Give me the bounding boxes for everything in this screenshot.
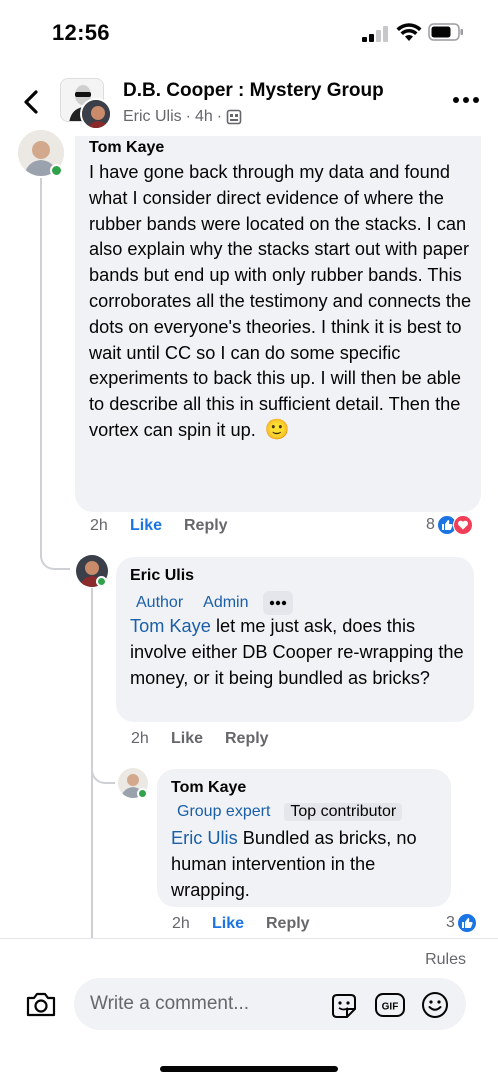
poster-name[interactable]: Eric Ulis — [123, 108, 182, 126]
comment-text: I have gone back through my data and fou… — [89, 160, 473, 444]
more-options-icon[interactable] — [452, 94, 480, 106]
comment-text-content: I have gone back through my data and fou… — [89, 162, 472, 440]
reply-button[interactable]: Reply — [225, 730, 269, 748]
gif-icon[interactable]: GIF — [374, 991, 406, 1019]
group-privacy-icon — [226, 109, 242, 125]
reply-author[interactable]: Eric Ulis — [130, 567, 194, 585]
reply-bubble: Eric Ulis Author Admin Tom Kaye let me j… — [116, 557, 474, 722]
reply-button[interactable]: Reply — [266, 915, 310, 933]
thread-connector-2 — [91, 756, 115, 784]
wifi-icon — [396, 23, 422, 41]
user-photo-icon — [82, 100, 110, 128]
svg-text:GIF: GIF — [382, 1002, 399, 1013]
reply-text: Tom Kaye let me just ask, does this invo… — [130, 614, 466, 691]
reaction-summary[interactable]: 3 — [446, 913, 477, 933]
thread-connector — [40, 540, 70, 570]
status-time: 12:56 — [52, 20, 110, 45]
like-reaction-icon — [456, 913, 477, 933]
reply-bubble: Tom Kaye Group expert Top contributor Er… — [157, 769, 451, 907]
online-status-dot — [50, 164, 63, 177]
reaction-count: 8 — [426, 516, 435, 533]
reaction-summary[interactable]: 8 — [426, 515, 473, 535]
reply-actions: 2h Like Reply — [172, 915, 310, 933]
online-status-dot — [96, 576, 107, 587]
group-avatar-stack[interactable] — [60, 78, 112, 130]
sticker-icon[interactable] — [329, 991, 359, 1021]
comment-placeholder: Write a comment... — [90, 993, 250, 1014]
mention-link[interactable]: Tom Kaye — [130, 616, 211, 636]
comment-input[interactable]: Write a comment... GIF — [74, 978, 466, 1030]
post-time[interactable]: 4h — [195, 108, 213, 126]
reply-button[interactable]: Reply — [184, 517, 228, 535]
cellular-signal-icon — [362, 26, 388, 42]
reply-time[interactable]: 2h — [172, 915, 212, 933]
post-meta: Eric Ulis · 4h · — [123, 108, 242, 126]
battery-icon — [428, 23, 463, 41]
group-expert-badge[interactable]: Group expert — [171, 803, 276, 821]
reaction-count: 3 — [446, 914, 455, 931]
like-button[interactable]: Like — [171, 730, 225, 748]
reply-author[interactable]: Tom Kaye — [171, 779, 246, 797]
author-badges: Author Admin — [130, 591, 293, 615]
comment-bubble: Tom Kaye I have gone back through my dat… — [75, 136, 481, 512]
smile-emoji: 🙂 — [264, 418, 290, 441]
post-header: D.B. Cooper : Mystery Group Eric Ulis · … — [0, 66, 498, 140]
meta-separator-2: · — [216, 108, 223, 125]
poster-avatar — [80, 98, 112, 130]
back-arrow-icon[interactable] — [16, 86, 48, 118]
mention-link[interactable]: Eric Ulis — [171, 828, 238, 848]
comment-author[interactable]: Tom Kaye — [89, 139, 164, 157]
home-indicator[interactable] — [160, 1066, 338, 1072]
admin-badge[interactable]: Admin — [197, 594, 254, 612]
love-reaction-icon — [452, 515, 473, 535]
reply-actions: 2h Like Reply — [131, 730, 269, 748]
like-button[interactable]: Like — [212, 915, 266, 933]
author-badge[interactable]: Author — [130, 594, 189, 612]
emoji-icon[interactable] — [421, 991, 449, 1019]
author-badges: Group expert Top contributor — [171, 803, 403, 821]
camera-icon[interactable] — [24, 987, 58, 1021]
online-status-dot — [137, 788, 148, 799]
thread-line-main — [40, 178, 42, 548]
meta-separator: · — [185, 108, 191, 125]
status-bar: 12:56 — [0, 0, 498, 66]
badge-more-button[interactable] — [262, 591, 293, 615]
group-title[interactable]: D.B. Cooper : Mystery Group — [123, 80, 384, 102]
like-button[interactable]: Like — [130, 517, 184, 535]
comment-time[interactable]: 2h — [90, 517, 130, 535]
more-dots-icon — [269, 600, 286, 606]
comment-composer: Rules Write a comment... GIF — [0, 938, 498, 1080]
reply-time[interactable]: 2h — [131, 730, 171, 748]
rules-link[interactable]: Rules — [425, 951, 466, 969]
comment-actions: 2h Like Reply — [90, 517, 228, 535]
top-contributor-badge[interactable]: Top contributor — [284, 803, 403, 821]
reply-text: Eric Ulis Bundled as bricks, no human in… — [171, 826, 443, 903]
